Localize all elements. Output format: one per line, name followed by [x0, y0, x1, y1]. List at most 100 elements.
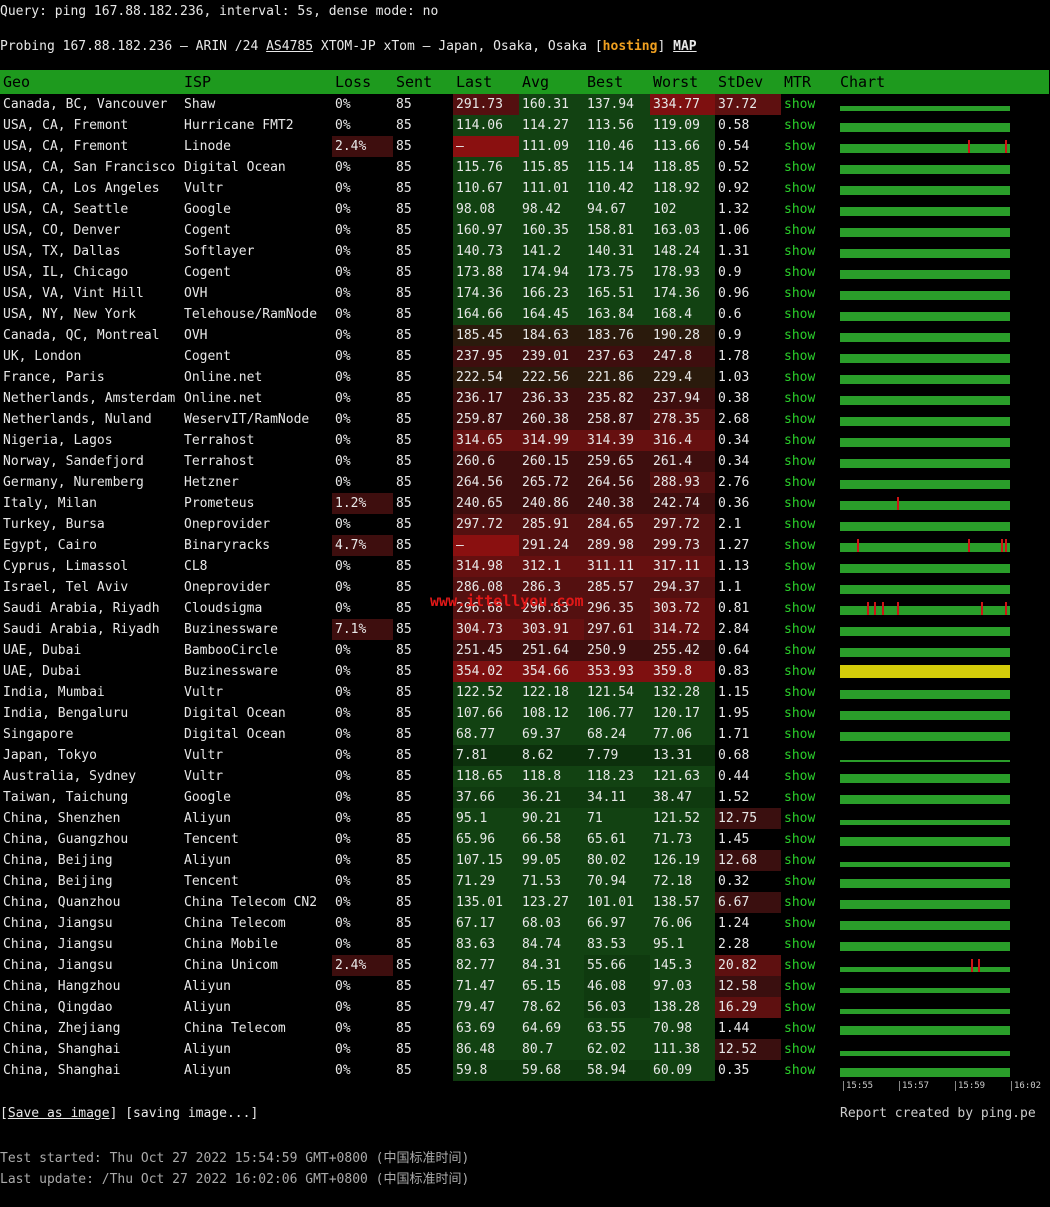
mtr-show-link[interactable]: show	[781, 241, 837, 262]
mtr-show-link[interactable]: show	[781, 472, 837, 493]
sparkline-fill	[840, 585, 1010, 594]
worst-cell: 121.52	[650, 808, 715, 829]
chart-cell	[837, 493, 1049, 514]
worst-cell: 190.28	[650, 325, 715, 346]
mtr-show-link[interactable]: show	[781, 997, 837, 1018]
mtr-show-link[interactable]: show	[781, 514, 837, 535]
isp-cell: Terrahost	[184, 454, 255, 469]
mtr-show-link[interactable]: show	[781, 892, 837, 913]
chart-cell	[837, 472, 1049, 493]
save-as-image-link[interactable]: Save as image	[8, 1106, 110, 1121]
mtr-show-link[interactable]: show	[781, 262, 837, 283]
mtr-show-link[interactable]: show	[781, 724, 837, 745]
mtr-show-link[interactable]: show	[781, 577, 837, 598]
mtr-show-link[interactable]: show	[781, 199, 837, 220]
worst-cell: 118.92	[650, 178, 715, 199]
loss-cell: 0%	[335, 307, 351, 322]
mtr-show-link[interactable]: show	[781, 955, 837, 976]
isp-cell: Terrahost	[184, 433, 255, 448]
latency-sparkline	[840, 434, 1010, 447]
loss-cell: 0%	[335, 916, 351, 931]
mtr-show-link[interactable]: show	[781, 766, 837, 787]
isp-cell: Telehouse/RamNode	[184, 307, 318, 322]
mtr-show-link[interactable]: show	[781, 367, 837, 388]
geo-cell: USA, NY, New York	[3, 307, 137, 322]
sparkline-fill	[840, 665, 1010, 678]
mtr-show-link[interactable]: show	[781, 871, 837, 892]
mtr-show-link[interactable]: show	[781, 556, 837, 577]
worst-cell: 38.47	[650, 787, 715, 808]
mtr-show-link[interactable]: show	[781, 178, 837, 199]
asn-link[interactable]: AS4785	[266, 39, 313, 54]
sparkline-fill	[840, 291, 1010, 300]
best-cell: 118.23	[584, 766, 650, 787]
table-row: USA, VA, Vint Hill OVH 0% 85 174.36 166.23 165…	[0, 283, 1049, 304]
mtr-show-link[interactable]: show	[781, 808, 837, 829]
avg-cell: 84.74	[519, 934, 584, 955]
map-link[interactable]: MAP	[673, 39, 696, 54]
table-row: USA, CA, Fremont Hurricane FMT2 0% 85 114.06…	[0, 115, 1049, 136]
packet-loss-spike	[1005, 140, 1008, 153]
mtr-show-link[interactable]: show	[781, 493, 837, 514]
table-row: Norway, Sandefjord Terrahost 0% 85 260.6 260.…	[0, 451, 1049, 472]
mtr-show-link[interactable]: show	[781, 829, 837, 850]
mtr-show-link[interactable]: show	[781, 598, 837, 619]
sent-cell: 85	[396, 433, 412, 448]
mtr-show-link[interactable]: show	[781, 157, 837, 178]
sent-cell: 85	[396, 685, 412, 700]
mtr-show-link[interactable]: show	[781, 913, 837, 934]
mtr-show-link[interactable]: show	[781, 535, 837, 556]
mtr-show-link[interactable]: show	[781, 283, 837, 304]
mtr-show-link[interactable]: show	[781, 682, 837, 703]
geo-cell: Japan, Tokyo	[3, 748, 97, 763]
isp-cell: Linode	[184, 139, 231, 154]
mtr-show-link[interactable]: show	[781, 94, 837, 115]
save-line: [Save as image] [saving image...]	[0, 1106, 258, 1121]
chart-cell	[837, 661, 1049, 682]
best-cell: 297.61	[584, 619, 650, 640]
worst-cell: 77.06	[650, 724, 715, 745]
loss-cell: 7.1%	[332, 619, 393, 640]
sparkline-fill	[840, 438, 1010, 447]
avg-cell: 68.03	[519, 913, 584, 934]
mtr-show-link[interactable]: show	[781, 787, 837, 808]
table-row: China, Hangzhou Aliyun 0% 85 71.47 65.15 46.08…	[0, 976, 1049, 997]
mtr-show-link[interactable]: show	[781, 1018, 837, 1039]
best-cell: 314.39	[584, 430, 650, 451]
mtr-show-link[interactable]: show	[781, 346, 837, 367]
latency-sparkline	[840, 875, 1010, 888]
chart-cell	[837, 829, 1049, 850]
mtr-show-link[interactable]: show	[781, 136, 837, 157]
last-cell: 107.66	[453, 703, 519, 724]
latency-sparkline	[840, 497, 1010, 510]
mtr-show-link[interactable]: show	[781, 619, 837, 640]
mtr-show-link[interactable]: show	[781, 976, 837, 997]
chart-cell	[837, 262, 1049, 283]
mtr-show-link[interactable]: show	[781, 640, 837, 661]
mtr-show-link[interactable]: show	[781, 304, 837, 325]
mtr-show-link[interactable]: show	[781, 850, 837, 871]
latency-sparkline	[840, 98, 1010, 111]
worst-cell: 247.8	[650, 346, 715, 367]
isp-cell: Shaw	[184, 97, 216, 112]
mtr-show-link[interactable]: show	[781, 703, 837, 724]
mtr-show-link[interactable]: show	[781, 661, 837, 682]
worst-cell: 148.24	[650, 241, 715, 262]
mtr-show-link[interactable]: show	[781, 220, 837, 241]
mtr-show-link[interactable]: show	[781, 934, 837, 955]
mtr-show-link[interactable]: show	[781, 325, 837, 346]
loss-cell: 0%	[335, 1000, 351, 1015]
mtr-show-link[interactable]: show	[781, 388, 837, 409]
mtr-show-link[interactable]: show	[781, 451, 837, 472]
loss-cell: 0%	[335, 391, 351, 406]
mtr-show-link[interactable]: show	[781, 1060, 837, 1081]
time-axis-label: 15:57	[899, 1081, 929, 1091]
avg-cell: 65.15	[519, 976, 584, 997]
mtr-show-link[interactable]: show	[781, 115, 837, 136]
mtr-show-link[interactable]: show	[781, 745, 837, 766]
sent-cell: 85	[396, 790, 412, 805]
mtr-show-link[interactable]: show	[781, 430, 837, 451]
mtr-show-link[interactable]: show	[781, 409, 837, 430]
mtr-show-link[interactable]: show	[781, 1039, 837, 1060]
table-row: Canada, BC, Vancouver Shaw 0% 85 291.73 160.3…	[0, 94, 1049, 115]
